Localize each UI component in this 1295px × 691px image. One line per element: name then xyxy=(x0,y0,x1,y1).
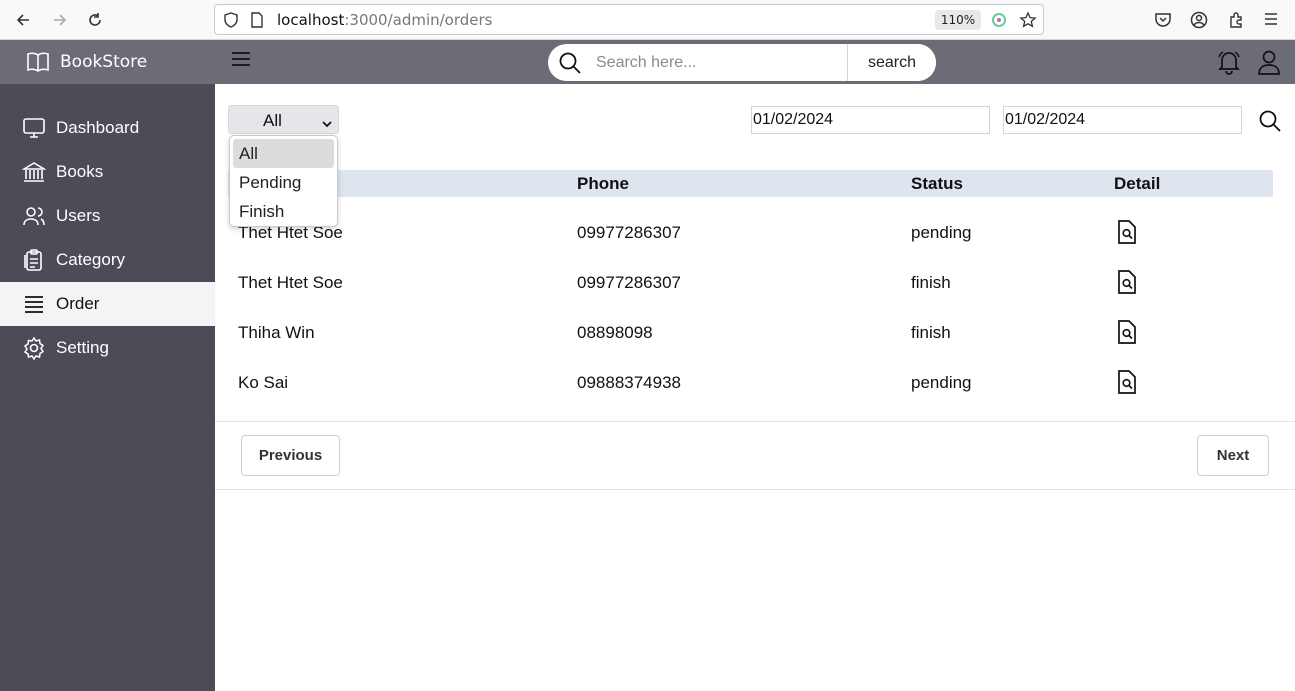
notification-bell-icon[interactable] xyxy=(1216,49,1242,79)
top-header: search xyxy=(215,40,1295,84)
file-search-icon[interactable] xyxy=(1116,370,1138,398)
cell-name: Thet Htet Soe xyxy=(238,273,343,292)
sidebar: BookStore Dashboard Books Users Category xyxy=(0,40,215,691)
extension-icon[interactable] xyxy=(991,12,1007,32)
status-option-finish[interactable]: Finish xyxy=(233,197,334,226)
sidebar-item-label: Books xyxy=(56,162,104,181)
table-header: Phone Status Detail xyxy=(228,170,1273,197)
divider xyxy=(215,489,1295,490)
column-header-detail: Detail xyxy=(1114,174,1161,193)
cell-status: finish xyxy=(911,323,951,342)
sidebar-item-label: Dashboard xyxy=(56,118,140,137)
table-row: Thiha Win 08898098 finish xyxy=(228,297,1273,347)
cell-phone: 08898098 xyxy=(577,323,653,342)
cell-name: Thiha Win xyxy=(238,323,315,342)
address-bar[interactable]: localhost:3000/admin/orders 110% xyxy=(214,4,1044,35)
search-input[interactable] xyxy=(596,50,846,75)
date-search-icon[interactable] xyxy=(1258,109,1282,137)
clipboard-icon xyxy=(22,248,46,272)
brand[interactable]: BookStore xyxy=(0,40,215,84)
account-icon[interactable] xyxy=(1190,11,1208,33)
forward-icon[interactable] xyxy=(49,9,71,31)
divider xyxy=(215,421,1295,422)
pocket-icon[interactable] xyxy=(1154,11,1172,33)
column-header-phone: Phone xyxy=(577,174,629,193)
table-row: Thet Htet Soe 09977286307 pending xyxy=(228,197,1273,247)
cell-phone: 09888374938 xyxy=(577,373,682,392)
search-button[interactable]: search xyxy=(847,44,936,81)
cell-status: finish xyxy=(911,273,951,292)
url-text[interactable]: localhost:3000/admin/orders xyxy=(277,11,493,29)
table-row: Thet Htet Soe 09977286307 finish xyxy=(228,247,1273,297)
previous-button[interactable]: Previous xyxy=(241,435,340,476)
cell-phone: 09977286307 xyxy=(577,223,682,242)
file-search-icon[interactable] xyxy=(1116,320,1138,348)
orders-table: Phone Status Detail Thet Htet Soe 099772… xyxy=(228,170,1273,397)
chevron-down-icon xyxy=(321,114,333,133)
library-icon xyxy=(21,160,47,184)
cell-phone: 09977286307 xyxy=(577,273,682,292)
zoom-level[interactable]: 110% xyxy=(935,10,981,30)
shield-icon[interactable] xyxy=(223,12,239,32)
status-filter-value: All xyxy=(263,111,282,130)
status-option-pending[interactable]: Pending xyxy=(233,168,334,197)
sidebar-item-setting[interactable]: Setting xyxy=(0,326,215,370)
sidebar-item-books[interactable]: Books xyxy=(0,150,215,194)
sidebar-item-dashboard[interactable]: Dashboard xyxy=(0,106,215,150)
hamburger-icon[interactable] xyxy=(231,50,251,72)
menu-icon[interactable] xyxy=(1263,11,1279,31)
gear-icon xyxy=(22,336,46,361)
reload-icon[interactable] xyxy=(84,9,106,31)
sidebar-item-label: Users xyxy=(56,206,101,225)
table-row: Ko Sai 09888374938 pending xyxy=(228,347,1273,397)
cell-name: Ko Sai xyxy=(238,373,289,392)
page-icon[interactable] xyxy=(250,12,264,32)
orders-panel: All Phone Status Detail Thet Htet Soe 09… xyxy=(215,84,1295,691)
status-filter-dropdown: All Pending Finish xyxy=(229,135,338,227)
search-icon xyxy=(558,51,582,79)
bookmark-star-icon[interactable] xyxy=(1019,11,1037,33)
sidebar-menu: Dashboard Books Users Category Order Set… xyxy=(0,106,215,370)
date-to-input[interactable] xyxy=(1003,106,1242,134)
brand-name: BookStore xyxy=(60,52,148,72)
book-icon xyxy=(26,51,50,77)
back-icon[interactable] xyxy=(12,9,34,31)
sidebar-item-label: Setting xyxy=(56,338,109,357)
list-icon xyxy=(22,292,46,316)
sidebar-item-label: Order xyxy=(56,294,100,313)
browser-toolbar: localhost:3000/admin/orders 110% xyxy=(0,0,1295,40)
status-option-all[interactable]: All xyxy=(233,139,334,168)
extensions-icon[interactable] xyxy=(1227,11,1245,33)
date-from-input[interactable] xyxy=(751,106,990,134)
user-profile-icon[interactable] xyxy=(1257,49,1281,79)
status-filter-select[interactable]: All xyxy=(228,105,339,134)
file-search-icon[interactable] xyxy=(1116,220,1138,248)
sidebar-item-label: Category xyxy=(56,250,125,269)
sidebar-item-order[interactable]: Order xyxy=(0,282,215,326)
users-icon xyxy=(22,204,46,228)
sidebar-item-users[interactable]: Users xyxy=(0,194,215,238)
monitor-icon xyxy=(22,116,46,140)
file-search-icon[interactable] xyxy=(1116,270,1138,298)
sidebar-item-category[interactable]: Category xyxy=(0,238,215,282)
cell-status: pending xyxy=(911,223,972,242)
column-header-status: Status xyxy=(911,174,963,193)
search-bar: search xyxy=(548,44,936,81)
cell-status: pending xyxy=(911,373,972,392)
next-button[interactable]: Next xyxy=(1197,435,1269,476)
